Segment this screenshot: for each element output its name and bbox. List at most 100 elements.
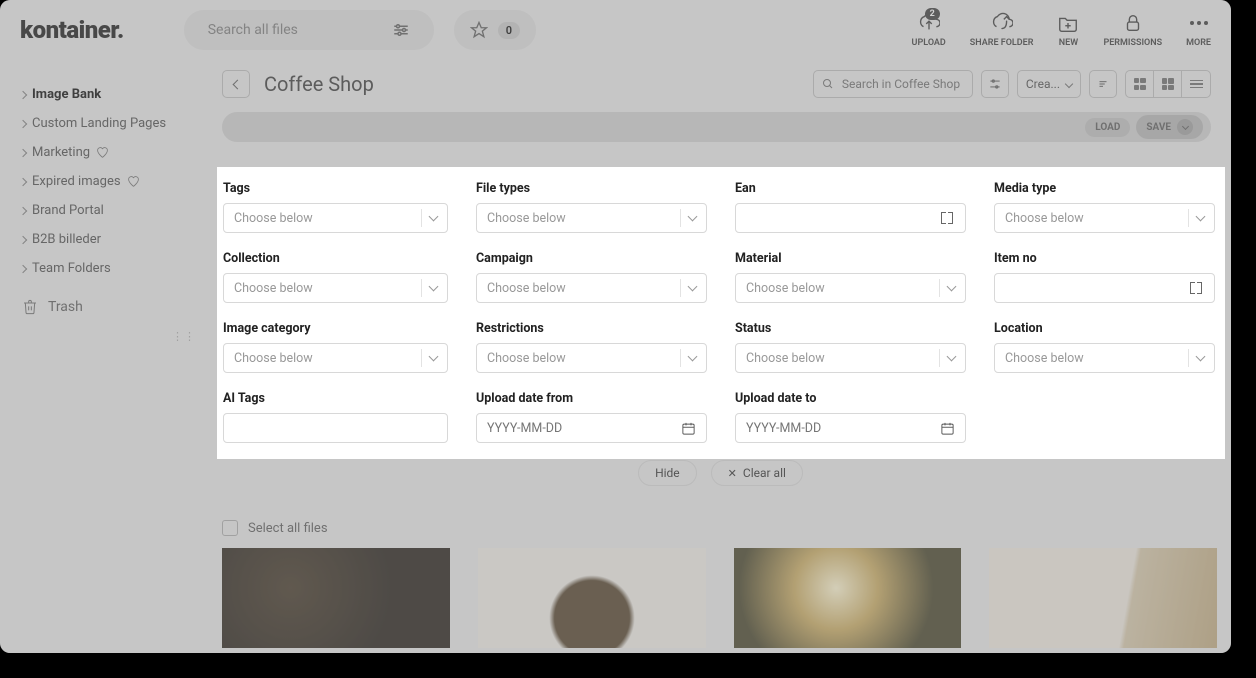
calendar-icon[interactable] bbox=[939, 420, 955, 436]
new-folder-icon bbox=[1057, 12, 1079, 34]
filter-label: Image category bbox=[223, 321, 448, 336]
filter-label: Status bbox=[735, 321, 966, 336]
view-small-grid[interactable] bbox=[1126, 71, 1154, 97]
global-search-input[interactable] bbox=[208, 22, 386, 38]
sidebar-item-expired[interactable]: Expired images bbox=[20, 167, 200, 196]
chevron-right-icon bbox=[19, 119, 27, 127]
filter-upload-from[interactable] bbox=[476, 413, 707, 443]
select-all-checkbox[interactable] bbox=[222, 520, 238, 536]
chevron-left-icon bbox=[232, 79, 242, 89]
sidebar-item-b2b[interactable]: B2B billeder bbox=[20, 225, 200, 254]
chevron-right-icon bbox=[19, 177, 27, 185]
filter-image-category[interactable]: Choose below bbox=[223, 343, 448, 373]
select-all-label: Select all files bbox=[248, 521, 328, 536]
sidebar-item-team-folders[interactable]: Team Folders bbox=[20, 254, 200, 283]
titlebar: Coffee Shop Search in Coffee Shop Crea..… bbox=[222, 70, 1211, 98]
filter-label: Material bbox=[735, 251, 966, 266]
sort-direction-button[interactable] bbox=[1089, 70, 1117, 98]
chevron-down-icon bbox=[1196, 212, 1206, 222]
favorites-count: 0 bbox=[498, 22, 520, 39]
hide-filters-button[interactable]: Hide bbox=[638, 460, 697, 486]
chevron-down-icon bbox=[947, 352, 957, 362]
filter-upload-to-input[interactable] bbox=[746, 421, 939, 436]
filter-toggle-icon[interactable] bbox=[392, 16, 420, 44]
star-icon bbox=[470, 21, 488, 39]
filter-tags[interactable]: Choose below bbox=[223, 203, 448, 233]
folder-search[interactable]: Search in Coffee Shop bbox=[813, 70, 973, 98]
more-button[interactable]: MORE bbox=[1186, 12, 1211, 48]
sidebar-item-custom-landing[interactable]: Custom Landing Pages bbox=[20, 109, 200, 138]
back-button[interactable] bbox=[222, 70, 250, 98]
filter-label: Upload date from bbox=[476, 391, 707, 406]
global-search[interactable] bbox=[184, 10, 434, 50]
thumbnail[interactable] bbox=[989, 548, 1217, 648]
sidebar-item-image-bank[interactable]: Image Bank bbox=[20, 80, 200, 109]
sidebar-item-marketing[interactable]: Marketing bbox=[20, 138, 200, 167]
filter-label: Media type bbox=[994, 181, 1215, 196]
filter-label: Location bbox=[994, 321, 1215, 336]
search-icon bbox=[822, 78, 834, 90]
chevron-down-icon bbox=[1196, 352, 1206, 362]
calendar-icon[interactable] bbox=[680, 420, 696, 436]
header: kontainer. 0 2 UPLOAD SHARE FOLDER bbox=[0, 0, 1231, 60]
chevron-down-icon bbox=[429, 352, 439, 362]
chevron-down-icon bbox=[1181, 122, 1188, 129]
chevron-right-icon bbox=[19, 264, 27, 272]
grid-large-icon bbox=[1162, 78, 1174, 90]
filter-label: Campaign bbox=[476, 251, 707, 266]
view-list[interactable] bbox=[1182, 71, 1210, 97]
filter-material[interactable]: Choose below bbox=[735, 273, 966, 303]
load-button[interactable]: LOAD bbox=[1085, 118, 1130, 137]
filter-label: Tags bbox=[223, 181, 448, 196]
chevron-down-icon bbox=[688, 212, 698, 222]
top-actions: 2 UPLOAD SHARE FOLDER NEW PERMISSIONS MO… bbox=[912, 12, 1211, 48]
filter-label: Restrictions bbox=[476, 321, 707, 336]
filter-item-no-input[interactable] bbox=[1005, 281, 1188, 296]
save-button[interactable]: SAVE bbox=[1136, 115, 1203, 139]
share-folder-button[interactable]: SHARE FOLDER bbox=[970, 12, 1034, 48]
select-all-row[interactable]: Select all files bbox=[222, 520, 328, 536]
thumbnail[interactable] bbox=[222, 548, 450, 648]
share-icon bbox=[991, 12, 1013, 34]
expand-icon[interactable] bbox=[939, 210, 955, 226]
expand-icon[interactable] bbox=[1188, 280, 1204, 296]
filter-ai-tags-input[interactable] bbox=[234, 421, 437, 436]
save-dropdown[interactable] bbox=[1177, 119, 1193, 135]
filter-label: Collection bbox=[223, 251, 448, 266]
filter-ai-tags[interactable] bbox=[223, 413, 448, 443]
folder-search-settings[interactable] bbox=[981, 70, 1009, 98]
filter-file-types[interactable]: Choose below bbox=[476, 203, 707, 233]
permissions-button[interactable]: PERMISSIONS bbox=[1103, 12, 1162, 48]
favorites-pill[interactable]: 0 bbox=[454, 10, 536, 50]
view-switcher bbox=[1125, 70, 1211, 98]
filter-media-type[interactable]: Choose below bbox=[994, 203, 1215, 233]
filter-ean-input[interactable] bbox=[746, 211, 939, 226]
filter-ean[interactable] bbox=[735, 203, 966, 233]
new-button[interactable]: NEW bbox=[1057, 12, 1079, 48]
filter-loadbar: LOAD SAVE bbox=[222, 112, 1211, 142]
filter-restrictions[interactable]: Choose below bbox=[476, 343, 707, 373]
filter-upload-to[interactable] bbox=[735, 413, 966, 443]
filter-item-no[interactable] bbox=[994, 273, 1215, 303]
filter-location[interactable]: Choose below bbox=[994, 343, 1215, 373]
thumbnail[interactable] bbox=[734, 548, 962, 648]
thumbnail[interactable] bbox=[478, 548, 706, 648]
sidebar-item-brand-portal[interactable]: Brand Portal bbox=[20, 196, 200, 225]
chevron-right-icon bbox=[19, 206, 27, 214]
upload-button[interactable]: 2 UPLOAD bbox=[912, 12, 946, 48]
sort-dropdown[interactable]: Crea... bbox=[1017, 70, 1081, 98]
chevron-right-icon bbox=[19, 235, 27, 243]
clear-filters-button[interactable]: ✕Clear all bbox=[711, 460, 803, 486]
thumbnails bbox=[222, 548, 1217, 648]
filter-label: Ean bbox=[735, 181, 966, 196]
sidebar-trash[interactable]: Trash bbox=[20, 283, 200, 315]
filter-upload-from-input[interactable] bbox=[487, 421, 680, 436]
chevron-down-icon bbox=[688, 282, 698, 292]
sidebar-resize-handle[interactable]: ⋮⋮ bbox=[172, 330, 196, 343]
brand-logo: kontainer. bbox=[20, 16, 124, 44]
list-icon bbox=[1190, 80, 1203, 89]
filter-status[interactable]: Choose below bbox=[735, 343, 966, 373]
view-large-grid[interactable] bbox=[1154, 71, 1182, 97]
filter-collection[interactable]: Choose below bbox=[223, 273, 448, 303]
filter-campaign[interactable]: Choose below bbox=[476, 273, 707, 303]
